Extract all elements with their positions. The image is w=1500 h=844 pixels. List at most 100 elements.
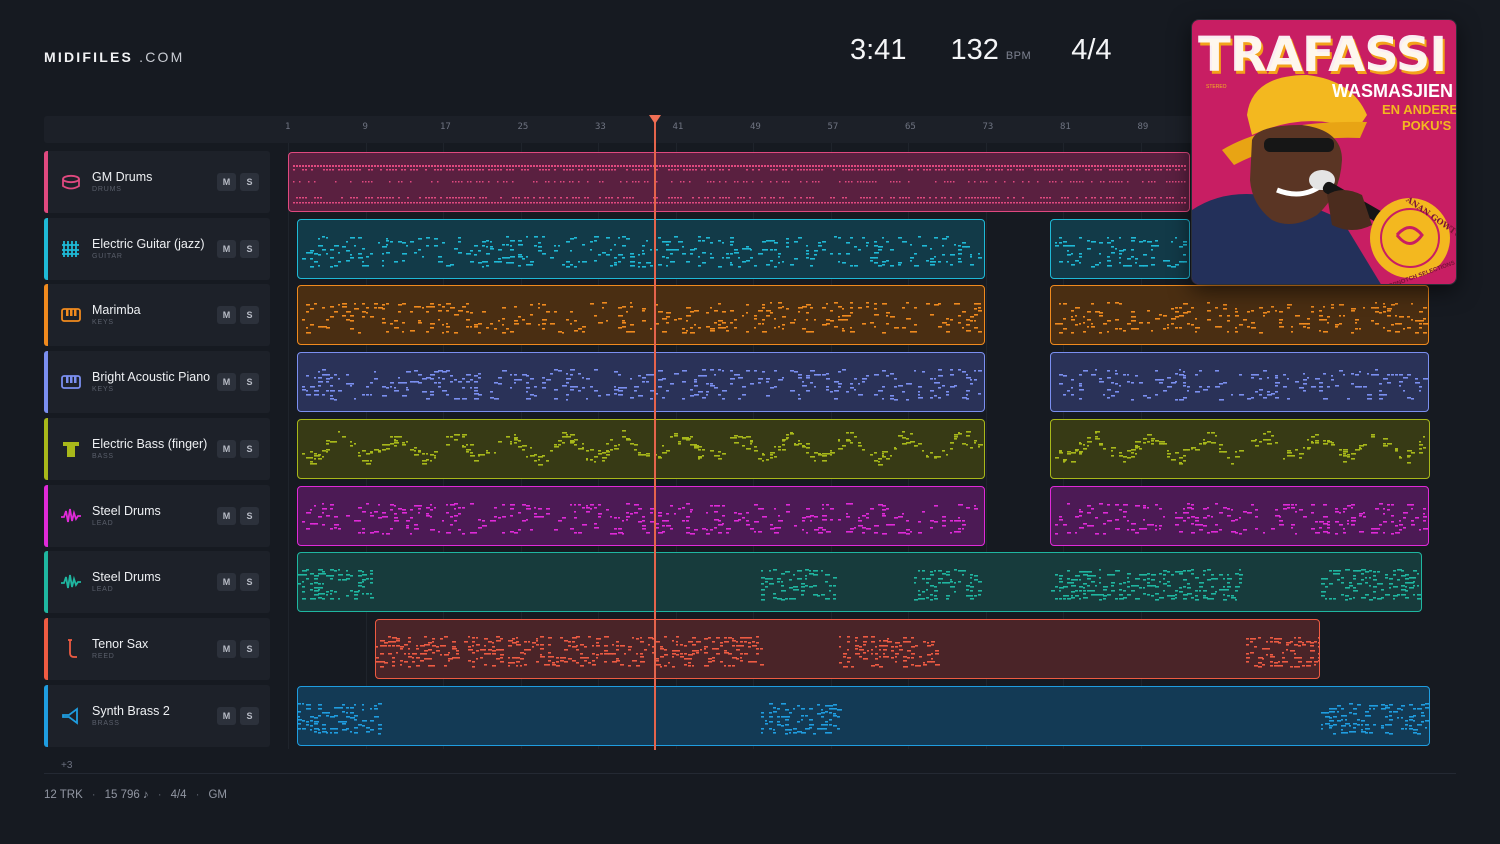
- track-header[interactable]: Steel Drums LEAD M S: [44, 551, 270, 614]
- track-name: GM Drums: [92, 170, 153, 184]
- midi-format: GM: [208, 789, 227, 801]
- ruler-tick: 81: [1060, 122, 1071, 132]
- midi-clip[interactable]: [297, 285, 985, 346]
- track-name: Marimba: [92, 303, 141, 318]
- track-color-bar: [44, 684, 48, 747]
- track-header[interactable]: Tenor Sax REED M S: [44, 617, 270, 680]
- ruler-tick: 33: [595, 122, 606, 132]
- track-category: BRASS: [92, 719, 120, 727]
- more-tracks-indicator[interactable]: +3: [61, 760, 72, 771]
- ruler-tick: 65: [905, 122, 916, 132]
- time-signature: 4/4: [1071, 34, 1112, 66]
- track-category: KEYS: [92, 386, 114, 394]
- mute-button[interactable]: M: [217, 706, 236, 725]
- midi-clip[interactable]: [297, 352, 985, 413]
- solo-button[interactable]: S: [240, 173, 259, 191]
- track-name: Electric Bass (finger): [92, 436, 208, 451]
- solo-button[interactable]: S: [240, 373, 259, 392]
- footer-time-signature: 4/4: [170, 789, 187, 801]
- mute-button[interactable]: M: [217, 573, 236, 592]
- tempo-value: 132: [950, 34, 999, 66]
- mute-button[interactable]: M: [217, 639, 236, 658]
- note-count: 15 796 ♪: [104, 789, 149, 801]
- track-color-bar: [44, 351, 48, 414]
- tempo-unit: BPM: [1005, 50, 1032, 62]
- horn-icon: [60, 705, 82, 727]
- solo-button[interactable]: S: [240, 239, 259, 258]
- track-color-bar: [44, 617, 48, 680]
- midi-clip[interactable]: [1050, 485, 1429, 546]
- mute-button[interactable]: M: [217, 306, 236, 325]
- midi-clip[interactable]: [1050, 285, 1429, 346]
- playhead-marker[interactable]: [649, 115, 661, 124]
- track-category: REED: [92, 652, 115, 660]
- track-name: Tenor Sax: [92, 636, 149, 651]
- stereo-label: STEREO: [1206, 84, 1227, 90]
- album-cover: TRAFASSI TRAFASSI WASMASJIEN EN ANDERE P…: [1191, 19, 1457, 285]
- mute-button[interactable]: M: [217, 506, 236, 525]
- track-color-bar: [44, 284, 48, 347]
- transport-stats: 3:41 132 BPM 4/4: [850, 34, 1112, 67]
- track-name: Steel Drums: [92, 570, 161, 585]
- brand-logo: MIDIFILES .COM: [44, 49, 185, 65]
- playhead[interactable]: [654, 116, 656, 750]
- album-title-overlay: TRAFASSI: [1198, 27, 1446, 83]
- track-header[interactable]: Electric Guitar (jazz) GUITAR M S: [44, 217, 270, 280]
- solo-button[interactable]: S: [240, 439, 259, 458]
- track-name: Electric Guitar (jazz): [92, 236, 205, 251]
- sax-icon: [60, 638, 82, 660]
- album-line-3: POKU'S: [1402, 118, 1452, 133]
- track-count: 12 TRK: [44, 789, 83, 801]
- midi-clip[interactable]: [297, 218, 985, 279]
- marimba-icon: [60, 304, 82, 326]
- separator-dot: ·: [157, 789, 162, 801]
- track-header[interactable]: Electric Bass (finger) BASS M S: [44, 417, 270, 480]
- solo-button[interactable]: S: [240, 639, 259, 658]
- mute-button[interactable]: M: [217, 239, 236, 258]
- mute-button[interactable]: M: [217, 373, 236, 392]
- solo-button[interactable]: S: [240, 706, 259, 725]
- album-subtitle: WASMASJIEN: [1332, 81, 1453, 101]
- midi-clip[interactable]: [297, 485, 985, 546]
- midi-clip[interactable]: [297, 685, 1430, 746]
- midi-clip[interactable]: [375, 618, 1320, 679]
- grid-line: [288, 143, 289, 749]
- ruler-tick: 1: [285, 122, 291, 132]
- ruler-tick: 25: [517, 122, 529, 132]
- midi-clip[interactable]: [297, 552, 1422, 613]
- track-header[interactable]: Bright Acoustic Piano KEYS M S: [44, 351, 270, 414]
- track-color-bar: [44, 417, 48, 480]
- solo-button[interactable]: S: [240, 306, 259, 325]
- midi-clip[interactable]: [1050, 218, 1190, 279]
- track-color-bar: [44, 151, 48, 213]
- bass-icon: [60, 438, 82, 460]
- track-category: DRUMS: [92, 186, 122, 193]
- track-header[interactable]: Marimba KEYS M S: [44, 284, 270, 347]
- waveform-icon: [60, 571, 82, 593]
- track-name: Synth Brass 2: [92, 703, 170, 718]
- midi-clip[interactable]: [297, 418, 985, 479]
- mute-button[interactable]: M: [217, 173, 236, 191]
- ruler-tick: 73: [982, 122, 994, 132]
- track-name: Bright Acoustic Piano: [92, 370, 211, 385]
- track-header[interactable]: GM Drums DRUMS M S: [44, 151, 270, 213]
- midi-clip[interactable]: [288, 152, 1190, 212]
- album-line-2: EN ANDERE: [1382, 102, 1457, 117]
- solo-button[interactable]: S: [240, 573, 259, 592]
- guitar-icon: [60, 238, 82, 260]
- solo-button[interactable]: S: [240, 506, 259, 525]
- piano-icon: [60, 371, 82, 393]
- track-header[interactable]: Synth Brass 2 BRASS M S: [44, 684, 270, 747]
- ruler-tick: 17: [440, 122, 451, 132]
- ruler-tick: 49: [750, 122, 761, 132]
- track-header[interactable]: Steel Drums LEAD M S: [44, 484, 270, 547]
- track-color-bar: [44, 551, 48, 614]
- track-category: GUITAR: [92, 252, 123, 260]
- ruler-tick: 57: [827, 122, 839, 132]
- ruler-tick: 41: [672, 122, 684, 132]
- ruler-tick: 9: [362, 122, 368, 132]
- mute-button[interactable]: M: [217, 439, 236, 458]
- midi-clip[interactable]: [1050, 352, 1429, 413]
- track-color-bar: [44, 484, 48, 547]
- midi-clip[interactable]: [1050, 418, 1430, 479]
